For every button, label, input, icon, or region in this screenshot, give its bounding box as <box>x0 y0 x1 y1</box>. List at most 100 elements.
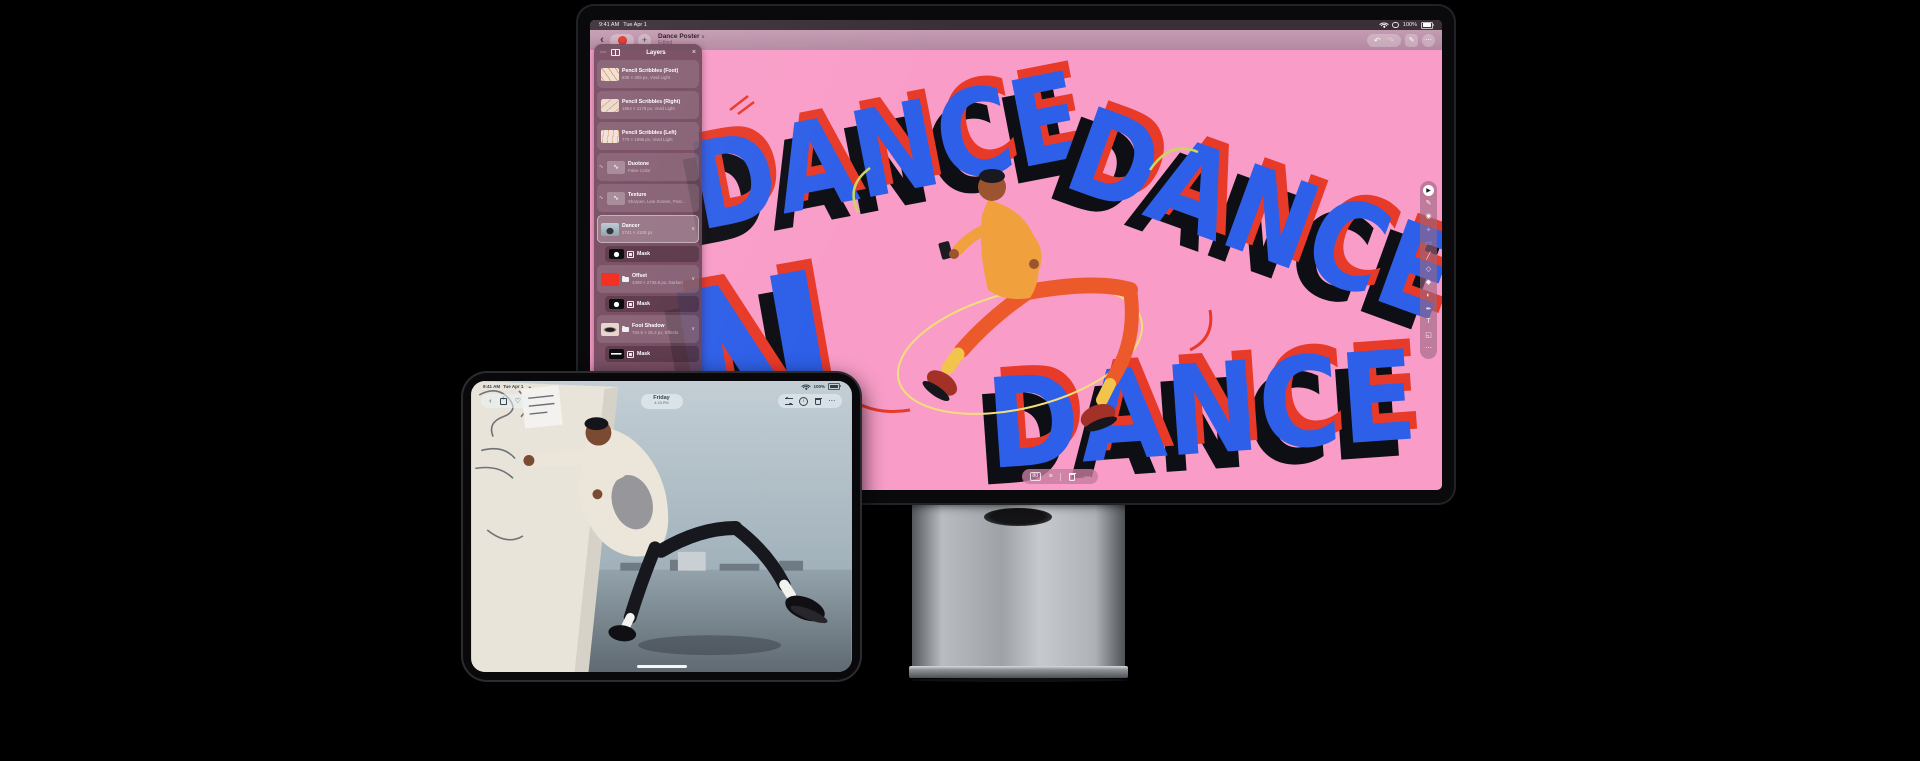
layer-meta: 4308 × 2736.8 px, Darken <box>632 280 688 286</box>
brush-tool[interactable]: ✎ <box>1423 198 1434 209</box>
svg-text:DANCE: DANCE <box>982 324 1421 490</box>
panel-title: Layers <box>625 50 687 56</box>
crop-tool[interactable]: ◱ <box>1423 330 1434 341</box>
fill-tool[interactable]: ◐ <box>1423 290 1434 301</box>
trash-icon[interactable] <box>1069 473 1076 481</box>
more-tools[interactable]: ⋯ <box>1423 343 1434 354</box>
pen-tool[interactable]: ✒ <box>1423 303 1434 314</box>
layer-thumbnail <box>601 68 619 81</box>
tool-glyph: ◱ <box>1425 331 1432 339</box>
layer-thumbnail <box>607 192 625 205</box>
favorite-heart-icon[interactable]: ♡ <box>515 398 521 405</box>
dancer-photo <box>471 381 852 672</box>
layer-row[interactable]: Pencil Scribbles (Foot) 836 × 409 px, Vi… <box>597 60 699 88</box>
tool-glyph: ◉ <box>1425 212 1431 220</box>
layer-row[interactable]: Mask <box>605 346 699 362</box>
layer-thumbnail <box>601 99 619 112</box>
close-icon[interactable]: × <box>692 49 696 56</box>
layer-meta: Sharpen, Line Screen, Post… <box>628 199 695 205</box>
layer-meta: False Color <box>628 168 695 174</box>
folder-icon <box>622 277 629 282</box>
more-icon[interactable]: ⋯ <box>1084 473 1091 481</box>
move-tool[interactable]: ▶ <box>1423 185 1434 196</box>
mask-checkbox-icon[interactable] <box>627 301 634 308</box>
ipad-battery-percent: 100% <box>813 384 825 389</box>
layer-name: Mask <box>637 351 695 358</box>
mask-checkbox-icon[interactable] <box>627 351 634 358</box>
eraser-tool[interactable]: ◇ <box>1423 264 1434 275</box>
photo-time: 4:23 PM <box>641 402 683 406</box>
layer-row[interactable]: Foot Shadow 704.6 × 25.3 px, Effects ∨ <box>597 315 699 343</box>
ipad-date: Tue Apr 1 <box>503 384 523 389</box>
blend-tool[interactable]: ◆ <box>1423 277 1434 288</box>
wifi-icon <box>802 384 810 390</box>
tool-glyph: ✎ <box>1426 199 1432 207</box>
layer-thumbnail <box>601 130 619 143</box>
chevron-down-icon[interactable]: ∨ <box>691 226 695 232</box>
list-button[interactable]: ≡ <box>1049 473 1053 480</box>
smudge-tool[interactable]: ◉ <box>1423 211 1434 222</box>
photo-date-badge: Friday 4:23 PM <box>641 394 683 409</box>
layer-row[interactable]: Mask <box>605 246 699 262</box>
layer-row[interactable]: ∿ Texture Sharpen, Line Screen, Post… <box>597 184 699 212</box>
layer-thumbnail <box>609 249 624 259</box>
panel-grid-icon[interactable] <box>611 49 620 57</box>
layer-row[interactable]: Dancer 2741 × 4108 px ∨ <box>597 215 699 243</box>
ipad-clock: 9:41 AM <box>483 384 500 389</box>
trash-icon[interactable] <box>815 397 822 405</box>
undo-button[interactable]: ↶ <box>1374 36 1381 45</box>
artwork-word-3: DANCE DANCE DANCE <box>968 314 1429 490</box>
layer-row[interactable]: Mask <box>605 296 699 312</box>
tool-glyph: ╱ <box>1426 252 1430 260</box>
clock: 9:41 AM <box>599 22 619 28</box>
adjustment-icon: ∿ <box>599 195 604 201</box>
layer-meta: 704.6 × 25.3 px, Effects <box>632 330 688 336</box>
layer-thumbnail <box>601 223 619 236</box>
layer-row[interactable]: Pencil Scribbles (Right) 1864 × 1178 px,… <box>597 91 699 119</box>
layer-row[interactable]: ∿ Duotone False Color <box>597 153 699 181</box>
tool-glyph: ✦ <box>1426 226 1432 234</box>
chevron-down-icon[interactable]: ∨ <box>691 326 695 332</box>
back-button[interactable]: ‹ <box>489 398 491 405</box>
layer-row[interactable]: Offset 4308 × 2736.8 px, Darken ∨ <box>597 265 699 293</box>
adjustment-icon: ∿ <box>599 164 604 170</box>
canvas-toolbar: 80 ≡ ⋯ <box>1022 469 1098 484</box>
tool-glyph: ▭ <box>1425 239 1432 247</box>
line-tool[interactable]: ╱ <box>1423 250 1434 261</box>
display-stand-shadow <box>909 678 1128 682</box>
layers-list: Pencil Scribbles (Foot) 836 × 409 px, Vi… <box>597 60 699 362</box>
layer-meta: 836 × 409 px, Vivid Light <box>622 75 695 81</box>
date: Tue Apr 1 <box>623 22 647 28</box>
layer-meta: 770 × 1996 px, Vivid Light <box>622 137 695 143</box>
toolbar-left-pill: ‹ ♡ <box>481 394 529 408</box>
folder-icon <box>622 327 629 332</box>
marquee-tool[interactable]: ▭ <box>1423 237 1434 248</box>
wand-tool[interactable]: ✦ <box>1423 224 1434 235</box>
share-icon[interactable] <box>500 397 507 405</box>
battery-icon <box>828 383 840 390</box>
menu-bar: 9:41 AM Tue Apr 1 100% <box>590 20 1442 30</box>
panel-more-button[interactable]: ⋯ <box>600 49 606 56</box>
pencil-settings-button[interactable]: ✎ <box>1405 34 1418 47</box>
layer-row[interactable]: Pencil Scribbles (Left) 770 × 1996 px, V… <box>597 122 699 150</box>
text-tool[interactable]: T <box>1423 316 1434 327</box>
info-icon[interactable]: i <box>799 397 808 406</box>
mask-checkbox-icon[interactable] <box>627 251 634 258</box>
chevron-down-icon: ∨ <box>702 35 705 40</box>
layer-thumbnail <box>609 299 624 309</box>
redo-button[interactable]: ↷ <box>1387 36 1394 45</box>
tool-rail: ▶ ✎ ◉ ✦ ▭ ╱ ◇ <box>1420 181 1437 359</box>
chevron-down-icon[interactable]: ∨ <box>691 276 695 282</box>
tool-glyph: ◐ <box>1426 292 1430 299</box>
display-stand-foot <box>909 666 1128 678</box>
wifi-icon <box>1380 22 1388 28</box>
edit-adjustments-icon[interactable] <box>785 398 793 405</box>
zoom-level-badge[interactable]: 80 <box>1030 472 1041 481</box>
more-button[interactable]: ⋯ <box>1422 34 1435 47</box>
layers-panel: ⋯ Layers × Pencil Scribbles (Foot) 836 ×… <box>594 44 702 384</box>
home-indicator[interactable] <box>637 665 687 668</box>
battery-percent: 100% <box>1403 22 1417 28</box>
tool-glyph: ▶ <box>1426 187 1431 194</box>
more-icon[interactable]: ⋯ <box>828 398 835 405</box>
ipad-body: 9:41 AM Tue Apr 1 100% ‹ ♡ i ⋯ <box>463 373 860 680</box>
